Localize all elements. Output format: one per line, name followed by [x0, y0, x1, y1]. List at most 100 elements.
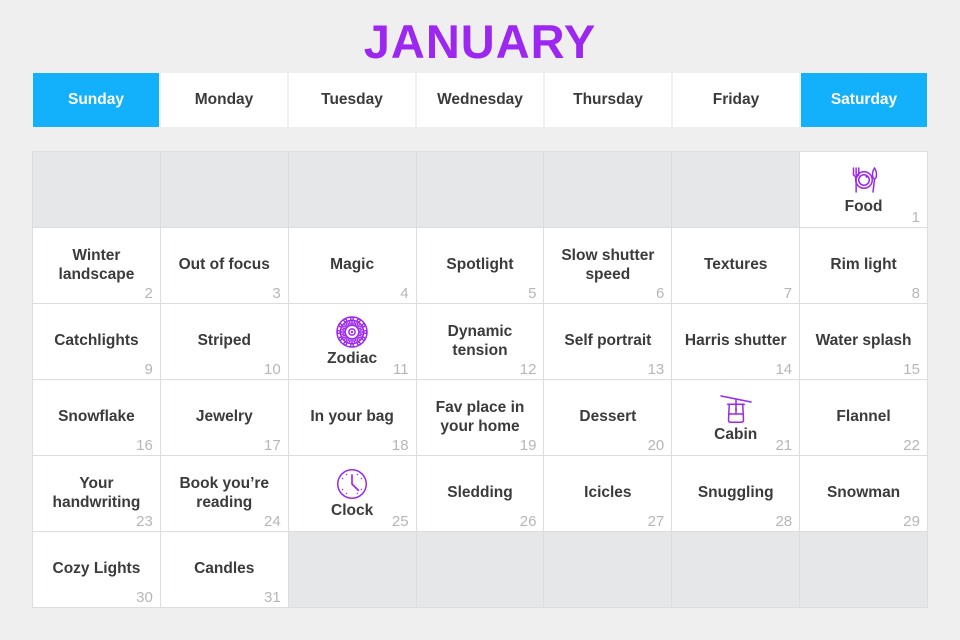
calendar-cell-label: Snowman	[826, 484, 901, 502]
weekday-label: Monday	[194, 91, 254, 108]
calendar-day-number: 6	[655, 285, 665, 302]
calendar-cell-day-28[interactable]: Snuggling 28	[672, 456, 800, 531]
calendar-cell-day-20[interactable]: Dessert 20	[544, 380, 672, 455]
weekday-label: Saturday	[830, 91, 898, 108]
calendar-day-number: 8	[911, 285, 920, 302]
calendar-day-number: 9	[144, 361, 153, 378]
weekday-header-wednesday[interactable]: Wednesday	[417, 73, 543, 127]
calendar-day-number: 1	[911, 209, 920, 226]
calendar-cell-empty	[416, 152, 544, 227]
calendar-day-number: 22	[903, 437, 920, 454]
weekday-label: Wednesday	[437, 91, 523, 108]
calendar-cell-label: Harris shutter	[684, 332, 787, 350]
calendar-cell-empty	[544, 532, 672, 607]
calendar-day-number: 25	[391, 513, 409, 530]
calendar-day-number: 14	[775, 361, 793, 378]
calendar-cell-day-5[interactable]: Spotlight 5	[416, 228, 544, 303]
calendar-cell-label: Catchlights	[54, 332, 139, 350]
calendar-cell-day-10[interactable]: Striped 10	[160, 304, 288, 379]
calendar-cell-label: Winter landscape	[58, 247, 135, 283]
calendar-cell-label: Self portrait	[564, 332, 652, 350]
calendar-cell-label: Icicles	[584, 484, 632, 502]
calendar-cell-empty	[288, 532, 416, 607]
calendar-cell-empty	[288, 152, 416, 227]
calendar-cell-label: Magic	[330, 256, 375, 274]
calendar-cell-day-6[interactable]: Slow shutter speed 6	[544, 228, 672, 303]
calendar-day-number: 18	[391, 437, 409, 454]
calendar-cell-day-27[interactable]: Icicles 27	[544, 456, 672, 531]
clock-icon	[333, 466, 371, 502]
calendar-day-number: 2	[144, 285, 153, 302]
calendar-day-number: 17	[264, 437, 281, 454]
calendar-cell-day-14[interactable]: Harris shutter 14	[672, 304, 800, 379]
calendar-cell-day-2[interactable]: Winter landscape 2	[33, 228, 160, 303]
calendar-cell-day-9[interactable]: Catchlights 9	[33, 304, 160, 379]
calendar-cell-day-12[interactable]: Dynamic tension 12	[416, 304, 544, 379]
calendar-cell-label: In your bag	[310, 408, 394, 426]
calendar-cell-day-26[interactable]: Sledding 26	[416, 456, 544, 531]
calendar-page: JANUARY Sunday Monday Tuesday Wednesday Thur…	[0, 0, 960, 640]
calendar-day-number: 26	[519, 513, 537, 530]
weekday-header-sunday[interactable]: Sunday	[33, 73, 159, 127]
weekday-header-monday[interactable]: Monday	[161, 73, 287, 127]
calendar-cell-label: Sledding	[447, 484, 513, 502]
calendar-day-number: 12	[519, 361, 537, 378]
calendar-cell-day-24[interactable]: Book you’re reading 24	[160, 456, 288, 531]
calendar-cell-empty	[544, 152, 672, 227]
calendar-cell-label: Water splash	[815, 332, 912, 350]
calendar-cell-label: Slow shutter speed	[561, 247, 655, 283]
weekday-header-thursday[interactable]: Thursday	[545, 73, 671, 127]
calendar-cell-label: Snowflake	[58, 408, 135, 426]
calendar-cell-label: Out of focus	[178, 256, 270, 274]
calendar-cell-day-29[interactable]: Snowman 29	[800, 456, 927, 531]
calendar-cell-day-7[interactable]: Textures 7	[672, 228, 800, 303]
calendar-day-number: 21	[775, 437, 793, 454]
calendar-cell-day-18[interactable]: In your bag 18	[288, 380, 416, 455]
calendar-cell-label: Spotlight	[446, 256, 514, 274]
calendar-cell-day-16[interactable]: Snowflake 16	[33, 380, 160, 455]
calendar-day-number: 15	[903, 361, 920, 378]
calendar-day-number: 27	[647, 513, 665, 530]
calendar-cell-day-4[interactable]: Magic 4	[288, 228, 416, 303]
calendar-cell-label: Book you’re reading	[179, 475, 270, 511]
weekday-label: Tuesday	[321, 91, 383, 108]
calendar-cell-label: Food	[844, 198, 883, 216]
calendar-cell-day-8[interactable]: Rim light 8	[800, 228, 927, 303]
calendar-grid: Food 1 Winter landscape 2 Out of focus 3 Magic…	[32, 151, 928, 608]
calendar-cell-day-19[interactable]: Fav place in your home 19	[416, 380, 544, 455]
calendar-day-number: 23	[136, 513, 153, 530]
calendar-cell-empty	[160, 152, 288, 227]
calendar-cell-empty	[672, 532, 800, 607]
calendar-cell-day-23[interactable]: Your handwriting 23	[33, 456, 160, 531]
calendar-day-number: 24	[264, 513, 281, 530]
calendar-cell-day-22[interactable]: Flannel 22	[800, 380, 927, 455]
calendar-cell-day-17[interactable]: Jewelry 17	[160, 380, 288, 455]
calendar-cell-day-3[interactable]: Out of focus 3	[160, 228, 288, 303]
calendar-day-number: 11	[392, 361, 409, 378]
calendar-day-number: 29	[903, 513, 920, 530]
calendar-cell-day-13[interactable]: Self portrait 13	[544, 304, 672, 379]
calendar-cell-day-11[interactable]: Zodiac 11	[288, 304, 416, 379]
calendar-cell-day-15[interactable]: Water splash 15	[800, 304, 927, 379]
calendar-cell-day-1[interactable]: Food 1	[800, 152, 927, 227]
calendar-cell-empty	[672, 152, 800, 227]
weekday-header-tuesday[interactable]: Tuesday	[289, 73, 415, 127]
calendar-cell-label: Fav place in your home	[435, 399, 525, 435]
calendar-cell-day-21[interactable]: Cabin 21	[672, 380, 800, 455]
calendar-cell-empty	[33, 152, 160, 227]
weekday-header-friday[interactable]: Friday	[673, 73, 799, 127]
calendar-cell-empty	[416, 532, 544, 607]
page-title: JANUARY	[363, 15, 597, 68]
calendar-day-number: 10	[264, 361, 281, 378]
calendar-cell-day-31[interactable]: Candles 31	[160, 532, 288, 607]
calendar-cell-label: Flannel	[836, 408, 891, 426]
calendar-day-number: 5	[528, 285, 537, 302]
calendar-cell-empty	[800, 532, 927, 607]
calendar-cell-day-25[interactable]: Clock 25	[288, 456, 416, 531]
calendar-cell-label: Striped	[197, 332, 251, 350]
weekday-header-saturday[interactable]: Saturday	[801, 73, 927, 127]
plate-fork-knife-icon	[845, 162, 883, 198]
calendar-cell-label: Jewelry	[195, 408, 253, 426]
calendar-cell-day-30[interactable]: Cozy Lights 30	[33, 532, 160, 607]
calendar-day-number: 30	[136, 589, 153, 606]
